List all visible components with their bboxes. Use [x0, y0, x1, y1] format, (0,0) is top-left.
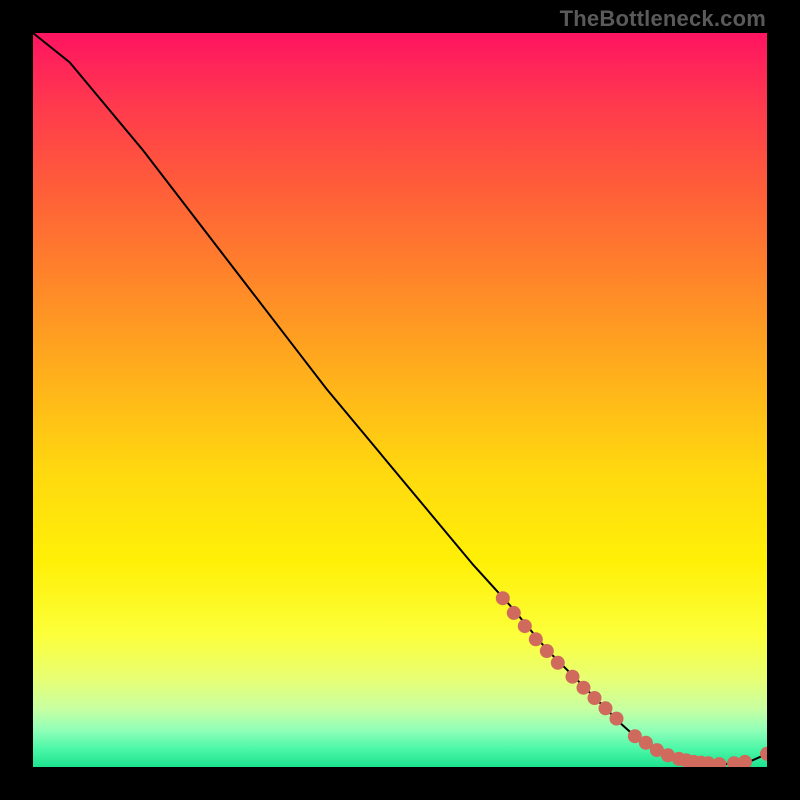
data-marker [760, 747, 767, 761]
data-marker [712, 757, 726, 767]
data-marker [529, 632, 543, 646]
data-marker [551, 656, 565, 670]
plot-area [33, 33, 767, 767]
data-marker [588, 691, 602, 705]
bottleneck-curve [33, 33, 767, 764]
data-marker [738, 755, 752, 767]
chart-stage: TheBottleneck.com [0, 0, 800, 800]
data-marker [496, 591, 510, 605]
data-marker [540, 644, 554, 658]
data-marker [507, 606, 521, 620]
data-marker [566, 670, 580, 684]
data-marker [610, 712, 624, 726]
data-marker [599, 701, 613, 715]
watermark-text: TheBottleneck.com [560, 6, 766, 32]
chart-svg [33, 33, 767, 767]
data-marker [518, 619, 532, 633]
marker-group [496, 591, 767, 767]
data-marker [577, 681, 591, 695]
